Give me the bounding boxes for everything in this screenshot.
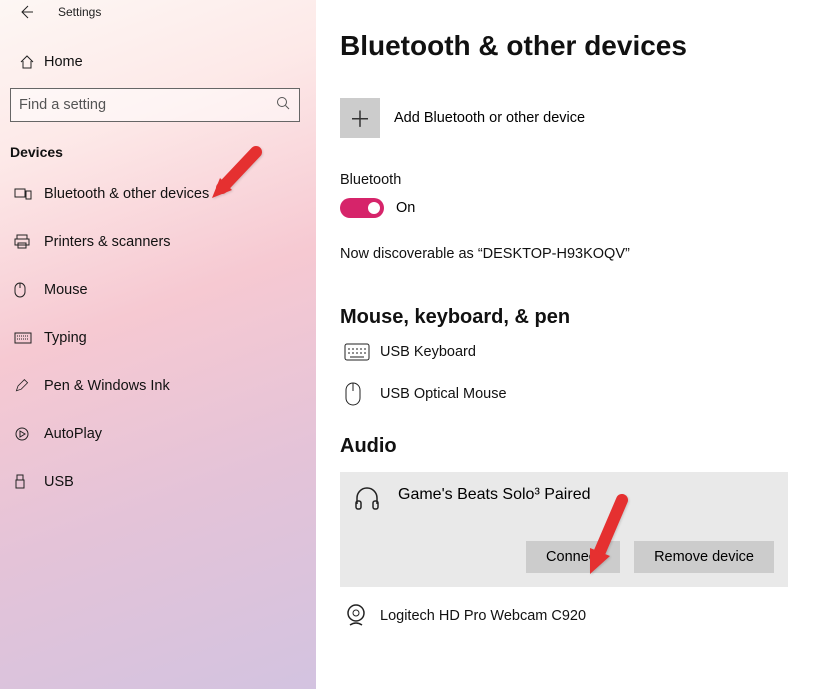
toggle-knob bbox=[368, 202, 380, 214]
devices-icon bbox=[14, 187, 40, 201]
device-name: Logitech HD Pro Webcam C920 bbox=[380, 608, 586, 624]
connect-button[interactable]: Connect bbox=[526, 541, 620, 573]
page-title: Bluetooth & other devices bbox=[340, 30, 798, 62]
home-label: Home bbox=[44, 54, 83, 70]
add-device-label: Add Bluetooth or other device bbox=[394, 110, 585, 126]
audio-device-card[interactable]: Game's Beats Solo³ Paired Connect Remove… bbox=[340, 472, 788, 587]
group-title-audio: Audio bbox=[340, 435, 798, 458]
plus-icon: ＋ bbox=[349, 102, 371, 134]
audio-device-status: Paired bbox=[544, 486, 590, 503]
search-input[interactable] bbox=[19, 97, 259, 113]
main-content: Bluetooth & other devices ＋ Add Bluetoot… bbox=[316, 0, 822, 689]
nav-label: Pen & Windows Ink bbox=[44, 378, 170, 394]
device-name: USB Optical Mouse bbox=[380, 386, 507, 402]
sidebar-item-printers[interactable]: Printers & scanners bbox=[0, 218, 316, 266]
mouse-icon bbox=[14, 282, 40, 298]
device-optical-mouse[interactable]: USB Optical Mouse bbox=[340, 381, 798, 407]
usb-icon bbox=[14, 474, 40, 490]
toggle-state-label: On bbox=[396, 200, 415, 216]
device-name: USB Keyboard bbox=[380, 344, 476, 360]
printer-icon bbox=[14, 234, 40, 250]
sidebar-item-mouse[interactable]: Mouse bbox=[0, 266, 316, 314]
headphones-icon bbox=[354, 486, 390, 515]
bluetooth-toggle[interactable] bbox=[340, 198, 384, 218]
nav-label: Mouse bbox=[44, 282, 88, 298]
nav-label: USB bbox=[44, 474, 74, 490]
home-icon bbox=[14, 54, 40, 70]
group-title-mouse: Mouse, keyboard, & pen bbox=[340, 306, 798, 329]
app-title: Settings bbox=[58, 5, 101, 19]
keyboard-icon bbox=[14, 332, 40, 344]
nav-label: Printers & scanners bbox=[44, 234, 171, 250]
keyboard-icon bbox=[344, 343, 380, 361]
back-button[interactable] bbox=[10, 4, 42, 20]
pen-icon bbox=[14, 378, 40, 394]
search-box[interactable] bbox=[10, 88, 300, 122]
plus-tile: ＋ bbox=[340, 98, 380, 138]
mouse-icon bbox=[344, 381, 380, 407]
sidebar-item-bluetooth[interactable]: Bluetooth & other devices bbox=[0, 170, 316, 218]
device-keyboard[interactable]: USB Keyboard bbox=[340, 343, 798, 361]
discoverable-text: Now discoverable as “DESKTOP-H93KOQV” bbox=[340, 246, 798, 262]
device-webcam[interactable]: Logitech HD Pro Webcam C920 bbox=[340, 603, 798, 629]
autoplay-icon bbox=[14, 426, 40, 442]
nav-label: Typing bbox=[44, 330, 87, 346]
section-title: Devices bbox=[0, 122, 316, 170]
sidebar-item-pen[interactable]: Pen & Windows Ink bbox=[0, 362, 316, 410]
sidebar-item-home[interactable]: Home bbox=[0, 42, 316, 82]
nav-label: AutoPlay bbox=[44, 426, 102, 442]
add-device-button[interactable]: ＋ Add Bluetooth or other device bbox=[340, 98, 798, 138]
sidebar: Settings Home Devices Bluetooth & other … bbox=[0, 0, 316, 689]
remove-device-button[interactable]: Remove device bbox=[634, 541, 774, 573]
sidebar-item-typing[interactable]: Typing bbox=[0, 314, 316, 362]
audio-device-name: Game's Beats Solo³ bbox=[398, 486, 540, 503]
sidebar-item-usb[interactable]: USB bbox=[0, 458, 316, 506]
webcam-icon bbox=[344, 603, 380, 629]
bluetooth-label: Bluetooth bbox=[340, 172, 798, 188]
search-icon bbox=[275, 95, 291, 116]
sidebar-item-autoplay[interactable]: AutoPlay bbox=[0, 410, 316, 458]
nav-label: Bluetooth & other devices bbox=[44, 186, 209, 202]
